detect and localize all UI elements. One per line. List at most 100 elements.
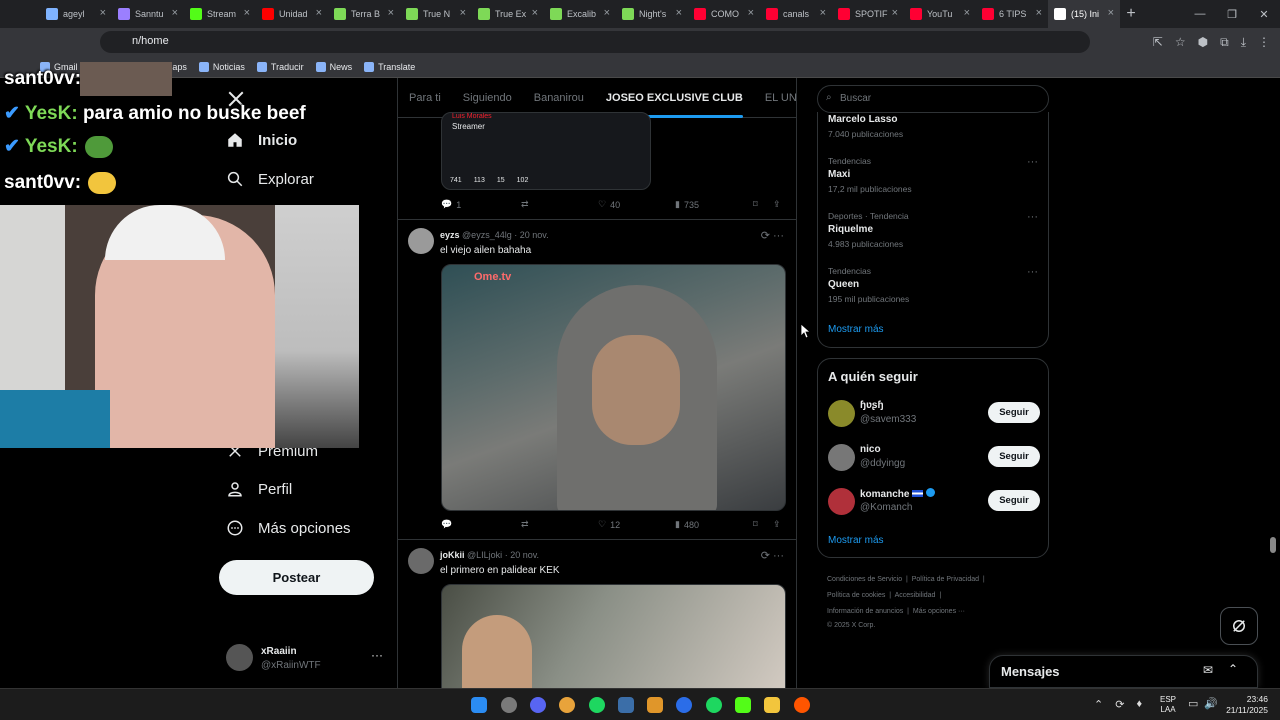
- spotify-icon[interactable]: [706, 697, 722, 713]
- sync-icon[interactable]: ⟳: [1115, 698, 1124, 711]
- spotify-icon[interactable]: [589, 697, 605, 713]
- brave-icon[interactable]: [647, 697, 663, 713]
- account-switcher[interactable]: xRaaiin @xRaiinWTF ···: [226, 640, 386, 680]
- feed-tab[interactable]: EL UNDER.: [765, 78, 796, 118]
- show-more-trends-link[interactable]: Mostrar más: [828, 324, 884, 335]
- close-tab-icon[interactable]: ×: [1036, 7, 1042, 19]
- language-indicator[interactable]: ESP LAA: [1160, 695, 1176, 715]
- like-button[interactable]: ♡ 12: [598, 519, 620, 530]
- post-card[interactable]: eyzs @eyzs_44lg · 20 nov. ⟳ ··· el viejo…: [398, 220, 796, 540]
- mic-icon[interactable]: ♦: [1136, 698, 1142, 711]
- post-date[interactable]: · 20 nov.: [505, 550, 539, 560]
- app-icon[interactable]: [501, 697, 517, 713]
- repost-button[interactable]: ⇄: [521, 199, 529, 210]
- new-tab-button[interactable]: +: [1120, 5, 1142, 23]
- chevron-up-icon[interactable]: ⌃: [1094, 698, 1103, 711]
- edge-icon[interactable]: [676, 697, 692, 713]
- author-handle[interactable]: @LILjoki: [467, 550, 502, 560]
- clock[interactable]: 23:46 21/11/2025: [1222, 694, 1268, 716]
- post-date[interactable]: · 20 nov.: [514, 230, 548, 240]
- follow-suggestion[interactable]: nico @ddyingg Seguir: [828, 444, 1040, 474]
- close-tab-icon[interactable]: ×: [1108, 7, 1114, 19]
- author-name[interactable]: eyzs: [440, 230, 460, 240]
- trend-item[interactable]: Marcelo Lasso 7.040 publicaciones: [828, 114, 1040, 139]
- browser-tab[interactable]: canals ×: [760, 0, 832, 28]
- browser-tab[interactable]: Night's ×: [616, 0, 688, 28]
- bookmark-star-icon[interactable]: ☆: [1175, 35, 1186, 49]
- follow-button[interactable]: Seguir: [988, 446, 1040, 467]
- puzzle-icon[interactable]: ⧉: [1220, 35, 1229, 50]
- follow-suggestion[interactable]: komanche @Komanch Seguir: [828, 488, 1040, 518]
- more-dots-icon[interactable]: ···: [1027, 211, 1038, 223]
- follow-button[interactable]: Seguir: [988, 490, 1040, 511]
- trend-item[interactable]: Deportes · Tendencia Riquelme 4.983 publ…: [828, 211, 1040, 249]
- close-tab-icon[interactable]: ×: [388, 7, 394, 19]
- nav-item-mas-opciones[interactable]: Más opciones: [226, 519, 351, 537]
- browser-tab[interactable]: (15) Ini ×: [1048, 0, 1120, 28]
- extension-icon[interactable]: ⬢: [1198, 35, 1208, 49]
- trend-item[interactable]: Tendencias Maxi 17,2 mil publicaciones ·…: [828, 156, 1040, 194]
- close-tab-icon[interactable]: ×: [676, 7, 682, 19]
- close-tab-icon[interactable]: ×: [820, 7, 826, 19]
- footer-link[interactable]: Condiciones de Servicio: [827, 576, 902, 583]
- author-name[interactable]: joKkii: [440, 550, 465, 560]
- browser-tab[interactable]: YouTu ×: [904, 0, 976, 28]
- install-icon[interactable]: ⇱: [1153, 35, 1163, 49]
- close-tab-icon[interactable]: ×: [748, 7, 754, 19]
- more-dots-icon[interactable]: ⟳ ···: [761, 229, 784, 242]
- show-more-follow-link[interactable]: Mostrar más: [828, 535, 884, 546]
- browser-tab[interactable]: Terra B ×: [328, 0, 400, 28]
- post-button[interactable]: Postear: [219, 560, 374, 595]
- more-dots-icon[interactable]: ···: [1027, 266, 1038, 278]
- maximize-icon[interactable]: ❐: [1216, 8, 1248, 21]
- feed-tab[interactable]: Para ti: [409, 78, 441, 118]
- bookmark-icon[interactable]: ⌑: [753, 519, 758, 530]
- footer-link[interactable]: Más opciones ···: [913, 608, 965, 615]
- post-card[interactable]: Luis Morales Streamer 741 113 15 102 💬 1 …: [398, 112, 796, 220]
- bookmark-icon[interactable]: ⌑: [753, 199, 758, 210]
- footer-link[interactable]: Accesibilidad: [895, 592, 936, 599]
- views-button[interactable]: ▮ 735: [675, 199, 699, 210]
- search-input[interactable]: ⌕ Buscar: [817, 85, 1049, 113]
- embedded-card[interactable]: Luis Morales Streamer 741 113 15 102: [441, 112, 651, 190]
- more-dots-icon[interactable]: ···: [371, 648, 383, 662]
- browser-tab[interactable]: SPOTIF ×: [832, 0, 904, 28]
- new-message-icon[interactable]: ✉: [1203, 663, 1213, 677]
- follow-button[interactable]: Seguir: [988, 402, 1040, 423]
- author-handle[interactable]: @eyzs_44lg: [462, 230, 512, 240]
- menu-icon[interactable]: ⋮: [1258, 35, 1270, 49]
- footer-link[interactable]: Política de cookies: [827, 592, 885, 599]
- close-tab-icon[interactable]: ×: [604, 7, 610, 19]
- messages-drawer[interactable]: Mensajes ✉ ⌃: [989, 655, 1258, 688]
- chrome-icon[interactable]: [559, 697, 575, 713]
- soundcloud-icon[interactable]: [794, 697, 810, 713]
- scrollbar[interactable]: [1270, 537, 1276, 553]
- more-dots-icon[interactable]: ⟳ ···: [761, 549, 784, 562]
- folder-icon[interactable]: [764, 697, 780, 713]
- download-icon[interactable]: ⤓: [1241, 35, 1246, 50]
- tray-status-icons[interactable]: ▭ 🔊: [1188, 697, 1218, 710]
- discord-icon[interactable]: [530, 697, 546, 713]
- steam-icon[interactable]: [618, 697, 634, 713]
- close-window-icon[interactable]: ✕: [1248, 8, 1280, 21]
- start-icon[interactable]: [471, 697, 487, 713]
- bookmark-item[interactable]: Translate: [364, 61, 415, 72]
- browser-tab[interactable]: True N ×: [400, 0, 472, 28]
- more-dots-icon[interactable]: ···: [1027, 156, 1038, 168]
- avatar[interactable]: [408, 228, 434, 254]
- reply-button[interactable]: 💬 1: [441, 199, 461, 210]
- follow-suggestion[interactable]: ɧʋʂɧ @savem333 Seguir: [828, 400, 1040, 430]
- browser-tab[interactable]: 6 TIPS ×: [976, 0, 1048, 28]
- avatar[interactable]: [408, 548, 434, 574]
- footer-link[interactable]: Política de Privacidad: [912, 576, 979, 583]
- expand-icon[interactable]: ⌃: [1228, 662, 1238, 676]
- reply-button[interactable]: 💬: [441, 519, 452, 530]
- browser-tab[interactable]: True Ex ×: [472, 0, 544, 28]
- kick-icon[interactable]: [735, 697, 751, 713]
- share-icon[interactable]: ⇪: [773, 519, 781, 530]
- minimize-icon[interactable]: —: [1184, 8, 1216, 20]
- repost-button[interactable]: ⇄: [521, 519, 529, 530]
- close-tab-icon[interactable]: ×: [892, 7, 898, 19]
- close-tab-icon[interactable]: ×: [964, 7, 970, 19]
- nav-item-perfil[interactable]: Perfil: [226, 480, 292, 498]
